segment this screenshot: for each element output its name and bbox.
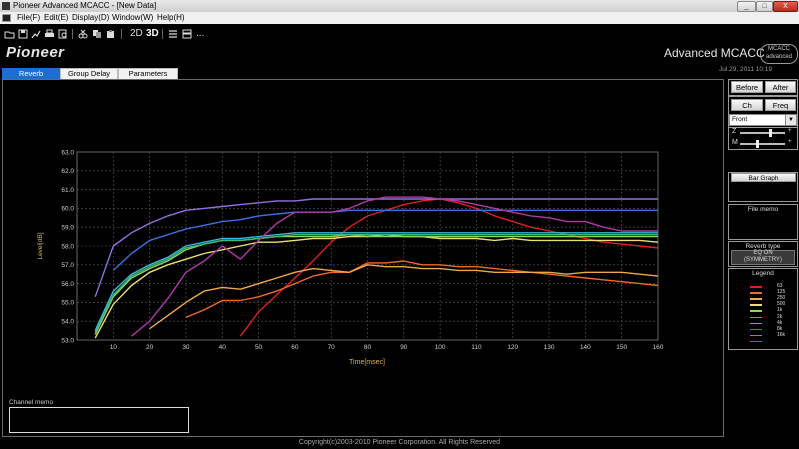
- reverb-type-line2: (SYMMETRY): [744, 257, 782, 263]
- legend-label: 4k: [777, 319, 783, 326]
- x-tick-label: 40: [219, 344, 227, 351]
- x-tick-label: 70: [328, 344, 336, 351]
- y-tick-label: 60.0: [61, 206, 74, 213]
- chevron-down-icon[interactable]: ▼: [785, 115, 796, 125]
- legend-item: 125: [750, 290, 798, 295]
- z-slider-thumb[interactable]: [769, 129, 773, 137]
- legend-item: 250: [750, 296, 798, 301]
- z-slider-track[interactable]: [740, 132, 785, 134]
- legend-swatch: [750, 316, 762, 318]
- x-tick-label: 160: [653, 344, 664, 351]
- legend-label: 16k: [777, 331, 786, 338]
- legend-swatch: [750, 322, 762, 325]
- x-tick-label: 90: [400, 344, 408, 351]
- legend-swatch: [750, 286, 762, 288]
- y-tick-label: 58.0: [61, 243, 74, 250]
- x-tick-label: 30: [182, 344, 190, 351]
- legend-swatch: [750, 340, 762, 343]
- y-tick-label: 53.0: [61, 337, 74, 344]
- legend-swatch: [750, 304, 762, 306]
- series-line-125: [185, 260, 659, 319]
- y-tick-label: 63.0: [61, 149, 74, 156]
- y-tick-label: 61.0: [61, 187, 74, 194]
- legend-item: 2k: [750, 313, 798, 320]
- m-slider-thumb[interactable]: [755, 140, 759, 148]
- reverb-chart: 10 20 30 40 50 60 70 80 90 100 110 120 130 140 150 160 5…: [37, 149, 664, 366]
- copyright-text: Copyright(c)2003-2010 Pioneer Corporatio…: [298, 439, 501, 446]
- x-tick-label: 110: [471, 344, 482, 351]
- tick-labels: 10 20 30 40 50 60 70 80 90 100 110 120 130 140 150 160 5…: [61, 149, 663, 351]
- legend-swatch: [750, 310, 762, 312]
- x-tick-label: 20: [146, 344, 154, 351]
- series-layer: [94, 196, 659, 339]
- reverb-type-line1: EQ ON: [753, 250, 773, 256]
- legend-item: 63: [750, 284, 798, 289]
- x-tick-label: 80: [364, 344, 372, 351]
- x-tick-label: 10: [110, 344, 118, 351]
- legend-item: [750, 339, 798, 344]
- legend-label: 1k: [777, 307, 783, 314]
- x-tick-label: 120: [507, 344, 518, 351]
- x-tick-label: 130: [544, 344, 555, 351]
- legend-label: 2k: [777, 313, 783, 320]
- legend-swatch: [750, 328, 762, 331]
- z-slider-label: Z: [732, 128, 737, 135]
- x-axis-label: Time[msec]: [349, 359, 385, 366]
- ch-button[interactable]: Ch: [731, 99, 763, 111]
- y-tick-label: 56.0: [61, 281, 74, 288]
- x-tick-label: 100: [435, 344, 446, 351]
- legend-title: Legend: [752, 270, 774, 277]
- legend-item: 1k: [750, 308, 798, 313]
- legend-item: 4k: [750, 319, 798, 326]
- legend-item: 500: [750, 302, 798, 307]
- x-tick-label: 140: [580, 344, 591, 351]
- legend-item: 8k: [750, 325, 798, 332]
- y-tick-label: 57.0: [61, 262, 74, 269]
- legend-swatch: [750, 334, 762, 337]
- m-plus-icon[interactable]: +: [788, 139, 792, 145]
- legend-swatch: [750, 298, 762, 300]
- file-memo-label: File memo: [747, 206, 779, 213]
- after-button[interactable]: After: [765, 81, 796, 93]
- y-tick-label: 54.0: [61, 319, 74, 326]
- channel-select[interactable]: Front ▼: [729, 114, 797, 126]
- y-axis-label: Level[dB]: [37, 232, 44, 259]
- series-line-63: [239, 198, 659, 337]
- x-tick-label: 60: [291, 344, 299, 351]
- channel-memo-label: Channel memo: [9, 399, 54, 406]
- legend-swatch: [750, 292, 762, 294]
- freq-button[interactable]: Freq: [765, 99, 796, 111]
- x-tick-label: 50: [255, 344, 263, 351]
- m-slider-label: M: [732, 139, 738, 146]
- grid: [77, 151, 659, 341]
- legend-label: 8k: [777, 325, 783, 332]
- m-slider-track[interactable]: [740, 143, 785, 145]
- before-button[interactable]: Before: [731, 81, 763, 93]
- reverb-type-title: Reverb type: [745, 243, 781, 250]
- channel-select-value: Front: [732, 116, 748, 123]
- y-tick-label: 59.0: [61, 225, 74, 232]
- z-plus-icon[interactable]: +: [788, 128, 792, 134]
- x-tick-label: 150: [616, 344, 627, 351]
- bar-graph-button[interactable]: Bar Graph: [731, 173, 796, 182]
- y-tick-label: 55.0: [61, 300, 74, 307]
- legend-item: 16k: [750, 331, 798, 338]
- y-tick-label: 62.0: [61, 168, 74, 175]
- channel-memo-field[interactable]: [9, 407, 189, 433]
